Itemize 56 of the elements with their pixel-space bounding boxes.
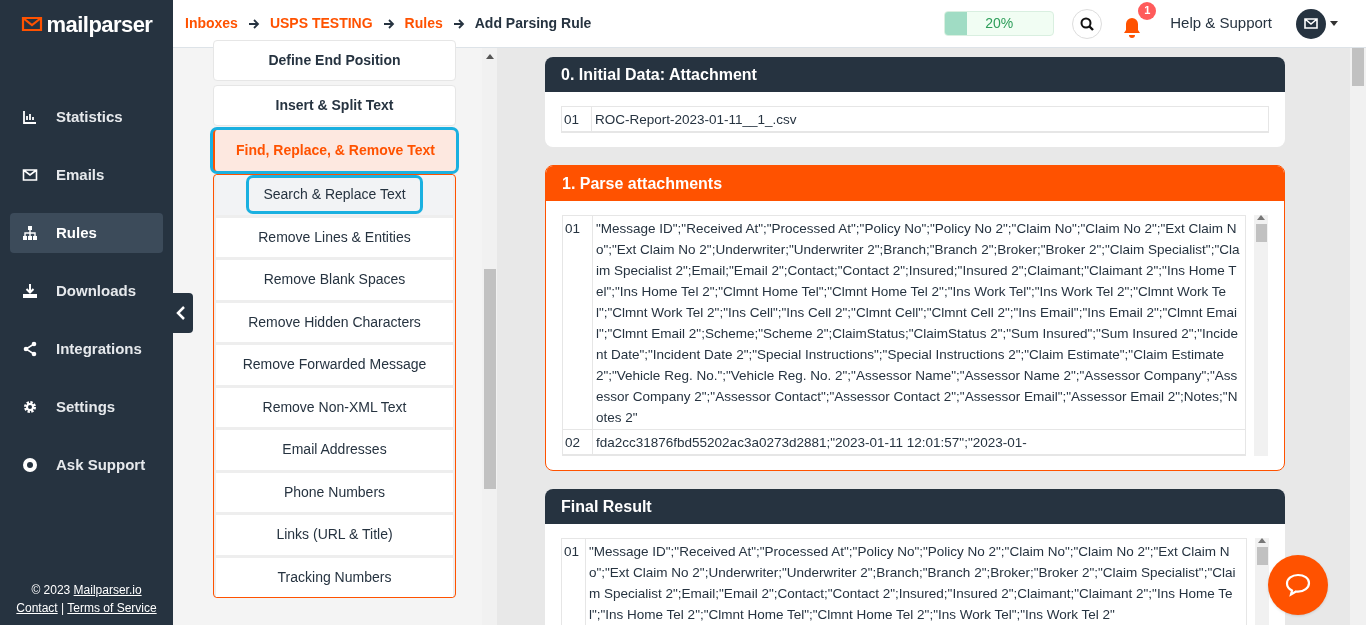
caret-icon (1330, 21, 1338, 26)
logo-icon (20, 16, 43, 32)
data-cell-text: fda2cc31876fbd55202ac3a0273d2881;"2023-01-11 12:01:57";"2023-01- (595, 434, 1028, 452)
settings-icon (22, 399, 38, 415)
sidebar-item[interactable]: Emails (10, 155, 163, 195)
bell-icon (1122, 15, 1143, 38)
data-cell-text: ROC-Report-2023-01-11__1_.csv (594, 111, 798, 129)
line-number: 01 (562, 107, 592, 131)
scroll-thumb[interactable] (1256, 547, 1268, 565)
sidebar-item[interactable]: Downloads (10, 271, 163, 311)
scroll-thumb[interactable] (483, 269, 496, 489)
chart-icon (22, 109, 38, 125)
panel-header: Final Result (545, 489, 1285, 524)
logo-text: mailparser (46, 10, 153, 39)
rule-section-button[interactable]: Define End Position (213, 40, 456, 81)
help-icon (22, 457, 38, 473)
copyright-text: © 2023 (31, 583, 71, 597)
help-support-link[interactable]: Help & Support (1170, 12, 1272, 35)
data-cell-text: "Message ID";"Received At";"Processed At";"Policy No";"Policy No 2";"Claim No";"Claim No 2";"Ext Claim No";"Ext Claim No 2";Underwriter;"Underwriter 2";Branch;"Branch 2";Broker;"Broker 2";"Claim Specialist";"Claim Specialist 2";Email;"Email 2";Contact;"Contact 2";Insured;"Insured 2";Claimant;"Claimant 2";"Ins Home Tel";"Ins Home Tel 2";"Clmnt Home Tel";"Clmnt Home Tel 2";"Ins Work Tel";"Ins Work Tel 2" (588, 543, 1237, 624)
footer-link[interactable]: Terms of Service (67, 601, 157, 615)
sitemap-icon (22, 225, 38, 241)
mail-icon (22, 167, 38, 183)
avatar-icon (1296, 8, 1326, 39)
data-cell-text: "Message ID";"Received At";"Processed At";"Policy No";"Policy No 2";"Claim No";"Claim No 2";"Ext Claim No";"Ext Claim No 2";Underwriter;"Underwriter 2";Branch;"Branch 2";Broker;"Broker 2";"Claim Specialist";"Claim Specialist 2";Email;"Email 2";Contact;"Contact 2";Insured;"Insured 2";Claimant;"Claimant 2";"Ins Home Tel";"Ins Home Tel 2";"Clmnt Home Tel";"Clmnt Home Tel 2";"Ins Work Tel";"Ins Work Tel 2";"Clmnt Work Tel";"Clmnt Work Tel 2";"Ins Cell";"Ins Cell 2";"Clmnt Cell";"Clmnt Cell 2";"Ins Email";"Ins Email 2";"Clmnt Email";"Clmnt Email 2";Scheme;"Scheme 2";ClaimStatus;"ClaimStatus 2";"Sum Insured";"Sum Insured 2";"Incident Date";"Incident Date 2";"Special Instructions";"Special Instructions 2";"Claim Estimate";"Claim Estimate 2";"Vehicle Reg. No.";"Vehicle Reg. No. 2";"Assessor Name";"Assessor Name 2";"Assessor Company";"Assessor Company 2";"Assessor Contact";"Assessor Contact 2";"Assessor Email";"Assessor Email 2";Notes;"Notes 2" (595, 220, 1241, 427)
scroll-up-arrow-icon[interactable] (1257, 215, 1265, 220)
site-link[interactable]: Mailparser.io (73, 583, 142, 597)
notification-badge: 1 (1138, 1, 1157, 20)
progress-reading: 20% (984, 14, 1015, 33)
scroll-up-arrow-icon[interactable] (1258, 538, 1266, 543)
sidebar-item[interactable]: Rules (10, 213, 163, 253)
panel-header: 1. Parse attachments (546, 166, 1284, 201)
download-icon (22, 283, 38, 299)
line-number: 01 (562, 539, 586, 625)
chat-button[interactable] (1268, 555, 1328, 615)
share-icon (22, 341, 38, 357)
sidebar-item[interactable]: Ask Support (10, 445, 163, 485)
line-number: 01 (563, 216, 593, 429)
line-number: 02 (563, 430, 593, 454)
sidebar-item[interactable]: Settings (10, 387, 163, 427)
account-menu-button[interactable] (1296, 8, 1338, 39)
rule-section-button[interactable]: Insert & Split Text (213, 85, 456, 126)
footer-link[interactable]: Contact (16, 601, 58, 615)
scroll-thumb[interactable] (1352, 48, 1364, 86)
scroll-thumb[interactable] (1255, 224, 1267, 242)
search-icon (1080, 16, 1095, 31)
scroll-up-arrow-icon[interactable] (485, 54, 494, 59)
sidebar-item[interactable]: Statistics (10, 97, 163, 137)
arrow-right-icon (382, 17, 395, 30)
chevron-left-icon (175, 306, 186, 320)
breadcrumb-current: Add Parsing Rule (474, 14, 592, 33)
panel-header: 0. Initial Data: Attachment (545, 57, 1285, 92)
chat-bubble-icon (1285, 573, 1311, 597)
separator-text: | (61, 601, 65, 615)
sidebar-item[interactable]: Integrations (10, 329, 163, 369)
arrow-right-icon (452, 17, 465, 30)
arrow-right-icon (247, 17, 260, 30)
